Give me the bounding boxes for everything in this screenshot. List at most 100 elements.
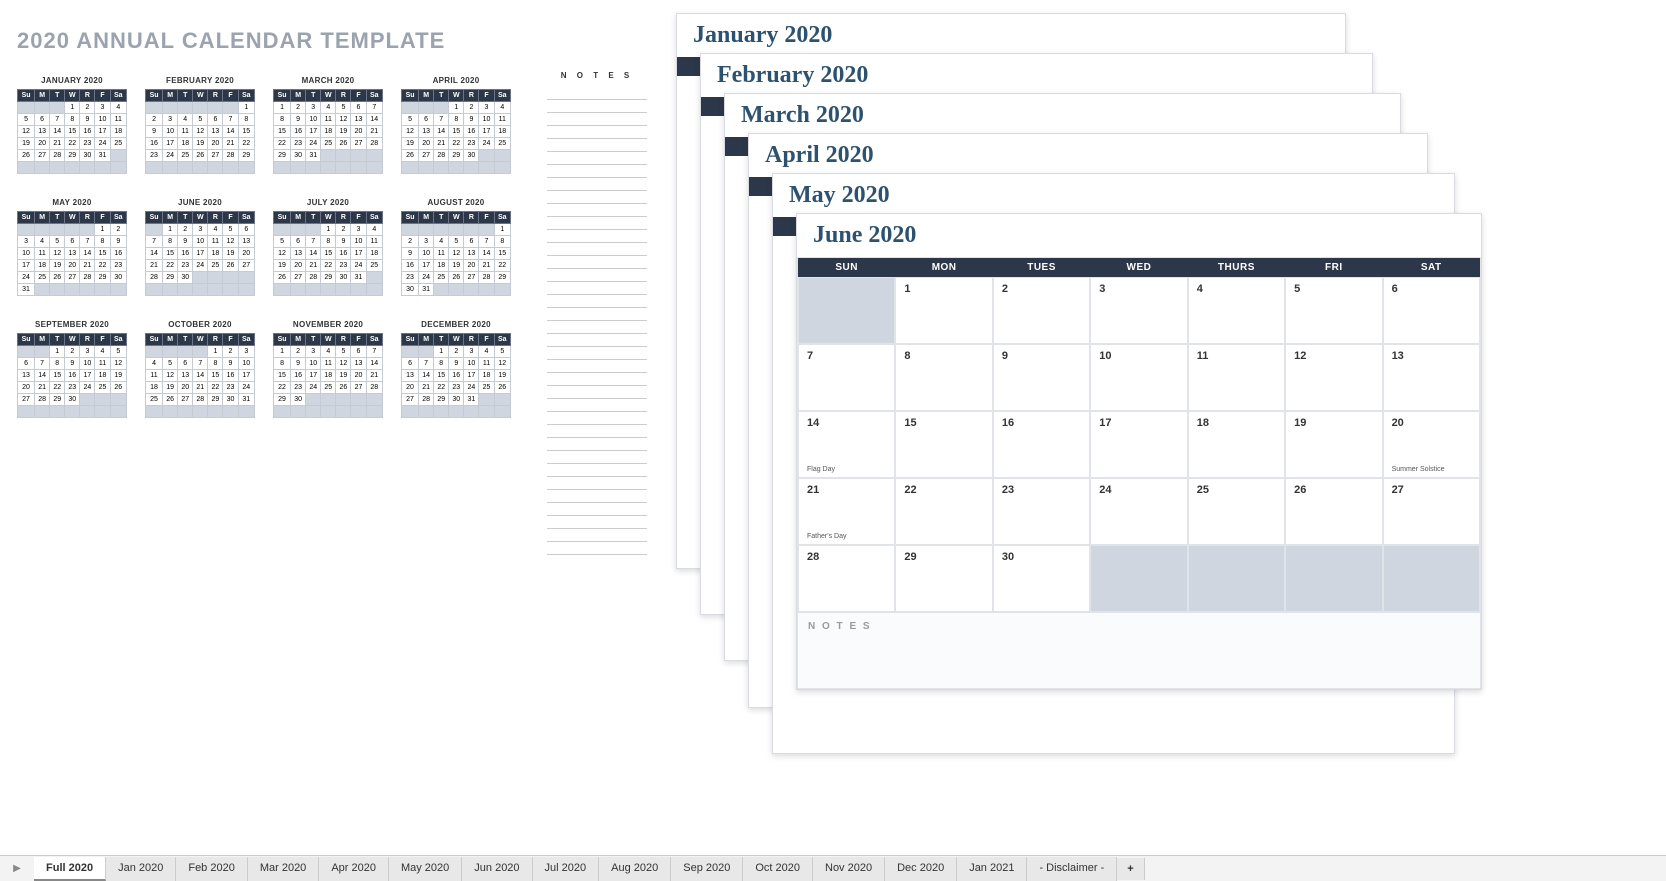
note-line[interactable]	[547, 425, 647, 438]
day-header: THURS	[1188, 258, 1285, 277]
calendar-cell[interactable]: 25	[1188, 478, 1285, 545]
note-line[interactable]	[547, 386, 647, 399]
sheet-tab[interactable]: Nov 2020	[813, 857, 885, 881]
note-line[interactable]	[547, 165, 647, 178]
calendar-event: Summer Solstice	[1392, 466, 1445, 473]
mini-month-title: AUGUST 2020	[401, 198, 511, 207]
calendar-cell[interactable]: 8	[895, 344, 992, 411]
note-line[interactable]	[547, 373, 647, 386]
calendar-cell[interactable]: 30	[993, 545, 1090, 612]
add-sheet-button[interactable]: +	[1117, 858, 1144, 880]
note-line[interactable]	[547, 516, 647, 529]
calendar-cell[interactable]: 3	[1090, 277, 1187, 344]
sheet-tab[interactable]: Jun 2020	[462, 857, 532, 881]
calendar-cell[interactable]: 1	[895, 277, 992, 344]
sheet-tab[interactable]: Sep 2020	[671, 857, 743, 881]
calendar-cell[interactable]: 17	[1090, 411, 1187, 478]
note-line[interactable]	[547, 243, 647, 256]
mini-month: SEPTEMBER 2020SuMTWRFSa12345678910111213…	[17, 320, 127, 418]
note-line[interactable]	[547, 399, 647, 412]
calendar-cell[interactable]: 9	[993, 344, 1090, 411]
calendar-cell[interactable]: 24	[1090, 478, 1187, 545]
calendar-cell[interactable]: 14Flag Day	[798, 411, 895, 478]
calendar-cell[interactable]	[798, 277, 895, 344]
mini-month: JANUARY 2020SuMTWRFSa1234567891011121314…	[17, 76, 127, 174]
calendar-cell[interactable]	[1383, 545, 1480, 612]
sheet-tab[interactable]: Jan 2021	[957, 857, 1027, 881]
note-line[interactable]	[547, 126, 647, 139]
sheet-tab[interactable]: Jan 2020	[106, 857, 176, 881]
sheet-tab[interactable]: Feb 2020	[176, 857, 247, 881]
calendar-cell[interactable]: 28	[798, 545, 895, 612]
calendar-cell[interactable]: 15	[895, 411, 992, 478]
sheet-tab[interactable]: Dec 2020	[885, 857, 957, 881]
note-line[interactable]	[547, 217, 647, 230]
calendar-cell[interactable]: 11	[1188, 344, 1285, 411]
month-card-front: June 2020SUNMONTUESWEDTHURSFRISAT1234567…	[796, 213, 1482, 690]
note-line[interactable]	[547, 451, 647, 464]
calendar-cell[interactable]: 10	[1090, 344, 1187, 411]
note-line[interactable]	[547, 100, 647, 113]
sheet-tab[interactable]: Jul 2020	[533, 857, 600, 881]
note-line[interactable]	[547, 529, 647, 542]
mini-month-title: OCTOBER 2020	[145, 320, 255, 329]
calendar-cell[interactable]: 5	[1285, 277, 1382, 344]
mini-month: OCTOBER 2020SuMTWRFSa1234567891011121314…	[145, 320, 255, 418]
note-line[interactable]	[547, 334, 647, 347]
note-line[interactable]	[547, 308, 647, 321]
calendar-cell[interactable]: 7	[798, 344, 895, 411]
calendar-cell[interactable]	[1090, 545, 1187, 612]
sheet-tab[interactable]: Oct 2020	[743, 857, 813, 881]
sheet-tab[interactable]: Apr 2020	[319, 857, 389, 881]
note-line[interactable]	[547, 490, 647, 503]
note-line[interactable]	[547, 295, 647, 308]
sheet-tab[interactable]: Mar 2020	[248, 857, 319, 881]
calendar-cell[interactable]: 26	[1285, 478, 1382, 545]
note-line[interactable]	[547, 113, 647, 126]
note-line[interactable]	[547, 321, 647, 334]
calendar-cell[interactable]: 6	[1383, 277, 1480, 344]
calendar-cell[interactable]: 21Father's Day	[798, 478, 895, 545]
calendar-cell[interactable]: 29	[895, 545, 992, 612]
mini-month-title: NOVEMBER 2020	[273, 320, 383, 329]
calendar-cell[interactable]: 2	[993, 277, 1090, 344]
mini-month: JULY 2020SuMTWRFSa1234567891011121314151…	[273, 198, 383, 296]
calendar-cell[interactable]: 23	[993, 478, 1090, 545]
calendar-cell[interactable]: 12	[1285, 344, 1382, 411]
note-line[interactable]	[547, 256, 647, 269]
note-line[interactable]	[547, 87, 647, 100]
note-line[interactable]	[547, 464, 647, 477]
annual-overview: JANUARY 2020SuMTWRFSa1234567891011121314…	[17, 76, 637, 442]
note-line[interactable]	[547, 269, 647, 282]
note-line[interactable]	[547, 139, 647, 152]
sheet-tab[interactable]: May 2020	[389, 857, 462, 881]
sheet-tab[interactable]: - Disclaimer -	[1027, 857, 1117, 881]
tab-nav-prev[interactable]: ▶	[0, 863, 34, 874]
note-line[interactable]	[547, 412, 647, 425]
note-line[interactable]	[547, 503, 647, 516]
note-line[interactable]	[547, 347, 647, 360]
note-line[interactable]	[547, 178, 647, 191]
calendar-cell[interactable]	[1285, 545, 1382, 612]
mini-month-title: JANUARY 2020	[17, 76, 127, 85]
calendar-cell[interactable]: 13	[1383, 344, 1480, 411]
note-line[interactable]	[547, 191, 647, 204]
calendar-cell[interactable]: 22	[895, 478, 992, 545]
sheet-tab[interactable]: Aug 2020	[599, 857, 671, 881]
calendar-cell[interactable]: 16	[993, 411, 1090, 478]
note-line[interactable]	[547, 542, 647, 555]
note-line[interactable]	[547, 230, 647, 243]
calendar-cell[interactable]	[1188, 545, 1285, 612]
note-line[interactable]	[547, 152, 647, 165]
note-line[interactable]	[547, 282, 647, 295]
calendar-cell[interactable]: 18	[1188, 411, 1285, 478]
calendar-cell[interactable]: 20Summer Solstice	[1383, 411, 1480, 478]
sheet-tab[interactable]: Full 2020	[34, 857, 106, 881]
note-line[interactable]	[547, 360, 647, 373]
note-line[interactable]	[547, 438, 647, 451]
note-line[interactable]	[547, 204, 647, 217]
calendar-cell[interactable]: 19	[1285, 411, 1382, 478]
calendar-cell[interactable]: 4	[1188, 277, 1285, 344]
calendar-cell[interactable]: 27	[1383, 478, 1480, 545]
note-line[interactable]	[547, 477, 647, 490]
